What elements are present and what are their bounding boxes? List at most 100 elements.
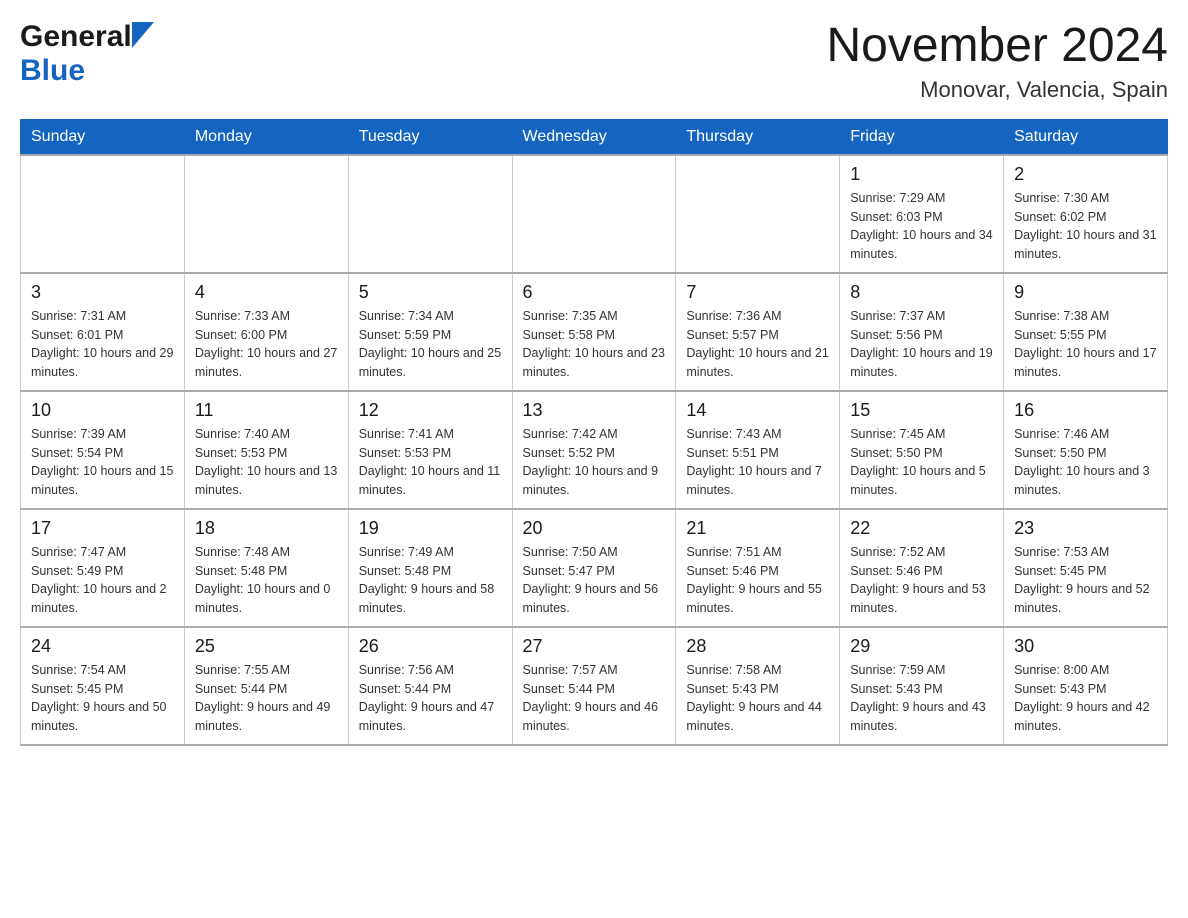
calendar-cell: 7 Sunrise: 7:36 AMSunset: 5:57 PMDaylight…: [676, 273, 840, 391]
day-info: Sunrise: 7:54 AMSunset: 5:45 PMDaylight:…: [31, 661, 174, 736]
calendar-header-row: SundayMondayTuesdayWednesdayThursdayFrid…: [21, 119, 1168, 155]
day-number: 14: [686, 400, 829, 421]
calendar-week-3: 10 Sunrise: 7:39 AMSunset: 5:54 PMDayligh…: [21, 391, 1168, 509]
day-info: Sunrise: 7:56 AMSunset: 5:44 PMDaylight:…: [359, 661, 502, 736]
day-number: 15: [850, 400, 993, 421]
day-number: 2: [1014, 164, 1157, 185]
calendar-cell: 30 Sunrise: 8:00 AMSunset: 5:43 PMDayligh…: [1004, 627, 1168, 745]
calendar-cell: 21 Sunrise: 7:51 AMSunset: 5:46 PMDayligh…: [676, 509, 840, 627]
day-info: Sunrise: 7:39 AMSunset: 5:54 PMDaylight:…: [31, 425, 174, 500]
day-info: Sunrise: 7:38 AMSunset: 5:55 PMDaylight:…: [1014, 307, 1157, 382]
day-number: 27: [523, 636, 666, 657]
day-info: Sunrise: 7:35 AMSunset: 5:58 PMDaylight:…: [523, 307, 666, 382]
calendar-cell: 4 Sunrise: 7:33 AMSunset: 6:00 PMDaylight…: [184, 273, 348, 391]
day-info: Sunrise: 7:29 AMSunset: 6:03 PMDaylight:…: [850, 189, 993, 264]
logo-triangle-icon: [132, 22, 154, 53]
calendar-cell: 1 Sunrise: 7:29 AMSunset: 6:03 PMDaylight…: [840, 155, 1004, 273]
calendar-cell: 26 Sunrise: 7:56 AMSunset: 5:44 PMDayligh…: [348, 627, 512, 745]
calendar-cell: 10 Sunrise: 7:39 AMSunset: 5:54 PMDayligh…: [21, 391, 185, 509]
logo: General Blue: [20, 20, 154, 88]
day-info: Sunrise: 7:42 AMSunset: 5:52 PMDaylight:…: [523, 425, 666, 500]
calendar-cell: [512, 155, 676, 273]
calendar-cell: 9 Sunrise: 7:38 AMSunset: 5:55 PMDaylight…: [1004, 273, 1168, 391]
calendar-week-1: 1 Sunrise: 7:29 AMSunset: 6:03 PMDaylight…: [21, 155, 1168, 273]
day-number: 5: [359, 282, 502, 303]
day-number: 29: [850, 636, 993, 657]
calendar-cell: 29 Sunrise: 7:59 AMSunset: 5:43 PMDayligh…: [840, 627, 1004, 745]
day-number: 13: [523, 400, 666, 421]
day-number: 8: [850, 282, 993, 303]
day-number: 12: [359, 400, 502, 421]
calendar-cell: 11 Sunrise: 7:40 AMSunset: 5:53 PMDayligh…: [184, 391, 348, 509]
day-info: Sunrise: 7:34 AMSunset: 5:59 PMDaylight:…: [359, 307, 502, 382]
calendar-cell: 8 Sunrise: 7:37 AMSunset: 5:56 PMDaylight…: [840, 273, 1004, 391]
day-info: Sunrise: 7:36 AMSunset: 5:57 PMDaylight:…: [686, 307, 829, 382]
calendar-header-saturday: Saturday: [1004, 119, 1168, 155]
month-title: November 2024: [826, 20, 1168, 73]
calendar-week-2: 3Sunrise: 7:31 AMSunset: 6:01 PMDaylight…: [21, 273, 1168, 391]
day-info: Sunrise: 7:37 AMSunset: 5:56 PMDaylight:…: [850, 307, 993, 382]
calendar-cell: 16 Sunrise: 7:46 AMSunset: 5:50 PMDayligh…: [1004, 391, 1168, 509]
day-number: 16: [1014, 400, 1157, 421]
calendar-cell: 27Sunrise: 7:57 AMSunset: 5:44 PMDayligh…: [512, 627, 676, 745]
calendar-cell: 25 Sunrise: 7:55 AMSunset: 5:44 PMDayligh…: [184, 627, 348, 745]
day-number: 19: [359, 518, 502, 539]
day-info: Sunrise: 7:51 AMSunset: 5:46 PMDaylight:…: [686, 543, 829, 618]
day-info: Sunrise: 7:45 AMSunset: 5:50 PMDaylight:…: [850, 425, 993, 500]
calendar-header-tuesday: Tuesday: [348, 119, 512, 155]
logo-blue-text: Blue: [20, 54, 85, 88]
calendar-week-5: 24 Sunrise: 7:54 AMSunset: 5:45 PMDayligh…: [21, 627, 1168, 745]
calendar-cell: 22Sunrise: 7:52 AMSunset: 5:46 PMDayligh…: [840, 509, 1004, 627]
calendar-cell: 6 Sunrise: 7:35 AMSunset: 5:58 PMDaylight…: [512, 273, 676, 391]
day-number: 11: [195, 400, 338, 421]
calendar-cell: [348, 155, 512, 273]
day-number: 20: [523, 518, 666, 539]
calendar-cell: 5 Sunrise: 7:34 AMSunset: 5:59 PMDaylight…: [348, 273, 512, 391]
day-info: Sunrise: 7:33 AMSunset: 6:00 PMDaylight:…: [195, 307, 338, 382]
calendar-header-monday: Monday: [184, 119, 348, 155]
day-number: 9: [1014, 282, 1157, 303]
calendar-cell: [676, 155, 840, 273]
day-number: 17: [31, 518, 174, 539]
day-info: Sunrise: 8:00 AMSunset: 5:43 PMDaylight:…: [1014, 661, 1157, 736]
day-number: 4: [195, 282, 338, 303]
day-number: 24: [31, 636, 174, 657]
day-info: Sunrise: 7:58 AMSunset: 5:43 PMDaylight:…: [686, 661, 829, 736]
day-info: Sunrise: 7:49 AMSunset: 5:48 PMDaylight:…: [359, 543, 502, 618]
calendar-week-4: 17 Sunrise: 7:47 AMSunset: 5:49 PMDayligh…: [21, 509, 1168, 627]
day-info: Sunrise: 7:48 AMSunset: 5:48 PMDaylight:…: [195, 543, 338, 618]
day-info: Sunrise: 7:30 AMSunset: 6:02 PMDaylight:…: [1014, 189, 1157, 264]
location-text: Monovar, Valencia, Spain: [826, 77, 1168, 103]
day-number: 26: [359, 636, 502, 657]
day-number: 30: [1014, 636, 1157, 657]
day-number: 25: [195, 636, 338, 657]
day-number: 28: [686, 636, 829, 657]
page-header: General Blue November 2024 Monovar, Vale…: [20, 20, 1168, 103]
day-info: Sunrise: 7:41 AMSunset: 5:53 PMDaylight:…: [359, 425, 502, 500]
calendar-header-sunday: Sunday: [21, 119, 185, 155]
day-info: Sunrise: 7:46 AMSunset: 5:50 PMDaylight:…: [1014, 425, 1157, 500]
day-info: Sunrise: 7:55 AMSunset: 5:44 PMDaylight:…: [195, 661, 338, 736]
day-number: 23: [1014, 518, 1157, 539]
title-area: November 2024 Monovar, Valencia, Spain: [826, 20, 1168, 103]
calendar-cell: [21, 155, 185, 273]
day-number: 21: [686, 518, 829, 539]
day-info: Sunrise: 7:40 AMSunset: 5:53 PMDaylight:…: [195, 425, 338, 500]
calendar-cell: 13 Sunrise: 7:42 AMSunset: 5:52 PMDayligh…: [512, 391, 676, 509]
day-number: 1: [850, 164, 993, 185]
day-number: 10: [31, 400, 174, 421]
day-number: 3: [31, 282, 174, 303]
day-info: Sunrise: 7:59 AMSunset: 5:43 PMDaylight:…: [850, 661, 993, 736]
calendar-header-thursday: Thursday: [676, 119, 840, 155]
day-info: Sunrise: 7:47 AMSunset: 5:49 PMDaylight:…: [31, 543, 174, 618]
calendar-header-friday: Friday: [840, 119, 1004, 155]
day-number: 6: [523, 282, 666, 303]
day-info: Sunrise: 7:53 AMSunset: 5:45 PMDaylight:…: [1014, 543, 1157, 618]
calendar-cell: 12 Sunrise: 7:41 AMSunset: 5:53 PMDayligh…: [348, 391, 512, 509]
calendar-table: SundayMondayTuesdayWednesdayThursdayFrid…: [20, 119, 1168, 746]
calendar-cell: 28 Sunrise: 7:58 AMSunset: 5:43 PMDayligh…: [676, 627, 840, 745]
calendar-cell: 20Sunrise: 7:50 AMSunset: 5:47 PMDayligh…: [512, 509, 676, 627]
day-number: 7: [686, 282, 829, 303]
day-info: Sunrise: 7:52 AMSunset: 5:46 PMDaylight:…: [850, 543, 993, 618]
calendar-cell: 18Sunrise: 7:48 AMSunset: 5:48 PMDayligh…: [184, 509, 348, 627]
